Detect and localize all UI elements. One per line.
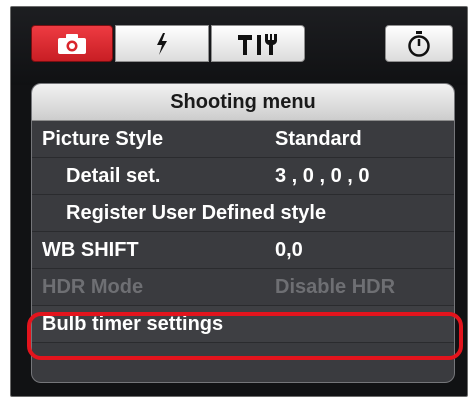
tools-icon bbox=[238, 33, 277, 55]
tab-timer[interactable] bbox=[385, 25, 453, 62]
tab-tools[interactable] bbox=[211, 25, 305, 62]
menu-item-picture-style[interactable]: Picture Style Standard bbox=[32, 121, 454, 158]
tab-shooting[interactable] bbox=[31, 25, 113, 62]
flash-icon bbox=[157, 32, 167, 55]
camera-utility-window: Shooting menu Picture Style Standard Det… bbox=[10, 6, 468, 397]
panel-title: Shooting menu bbox=[32, 84, 454, 121]
menu-item-label: WB SHIFT bbox=[42, 239, 139, 261]
menu-item-label: Picture Style bbox=[42, 128, 164, 150]
tab-flash[interactable] bbox=[115, 25, 209, 62]
menu-item-detail-set[interactable]: Detail set. 3 , 0 , 0 , 0 bbox=[32, 158, 454, 195]
menu-item-hdr-mode: HDR Mode Disable HDR bbox=[32, 269, 454, 306]
menu-item-value: Standard bbox=[275, 128, 362, 150]
highlight-annotation bbox=[27, 312, 463, 360]
menu-item-register-user-style[interactable]: Register User Defined style bbox=[32, 195, 454, 232]
menu-item-value: Disable HDR bbox=[275, 276, 396, 298]
menu-item-value: 0,0 bbox=[275, 239, 303, 261]
menu-item-wb-shift[interactable]: WB SHIFT 0,0 bbox=[32, 232, 454, 269]
camera-icon bbox=[58, 33, 86, 54]
menu-item-value: 3 , 0 , 0 , 0 bbox=[275, 165, 370, 187]
menu-item-label: Register User Defined style bbox=[66, 202, 327, 224]
menu-item-label: HDR Mode bbox=[42, 276, 144, 298]
menu-item-label: Detail set. bbox=[66, 165, 161, 187]
timer-icon bbox=[408, 30, 430, 57]
